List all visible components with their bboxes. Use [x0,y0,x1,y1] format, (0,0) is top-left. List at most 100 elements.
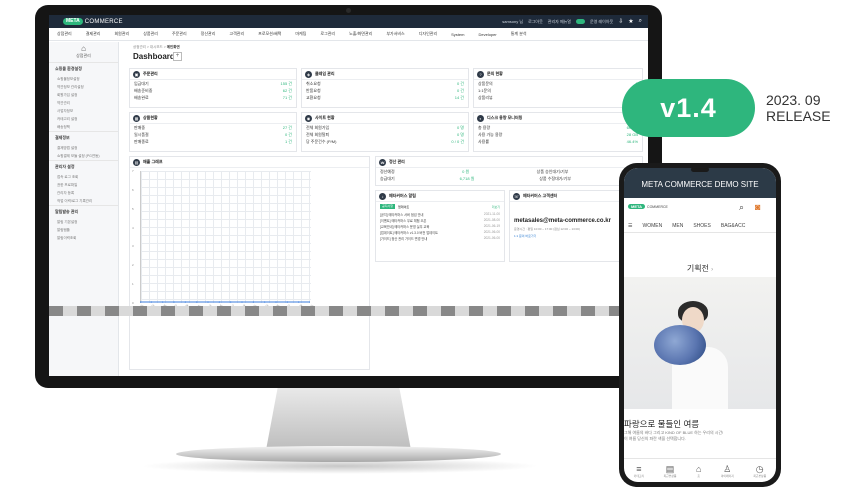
nav-item[interactable]: 마케팅 [295,31,306,37]
review-row[interactable]: 상품리뷰0 [474,94,642,101]
data-point[interactable] [263,301,266,303]
tab-mypage[interactable]: ♙ 마이페이지 [721,464,734,478]
category-item[interactable]: BAG&ACC [721,223,745,229]
sidebar-item[interactable]: 작업 이력/로그 기록관리 [49,197,118,205]
sidebar-item[interactable]: 권한 프로파일 [49,181,118,189]
data-point[interactable] [252,301,255,303]
nav-item[interactable]: 주문관리 [172,31,187,37]
claim-row[interactable]: 반품요청 0 건 [302,87,468,94]
data-point[interactable] [229,301,232,303]
product-row[interactable]: 일시품절 0 건 [130,131,296,138]
data-point[interactable] [241,301,243,303]
order-row[interactable]: 배송완료 71 건 [130,94,296,101]
nav-item[interactable]: 프로모션/혜택 [258,31,281,37]
tab-recent[interactable]: ▤ 최근본상품 [664,464,677,478]
sidebar-item[interactable]: 관리자 등록 [49,189,118,197]
claim-row[interactable]: 교환요청 14 건 [302,94,468,101]
disk-row[interactable]: 사용 가능 용량 28 GB [474,131,642,138]
star-icon[interactable]: ★ [628,18,633,25]
top-link-user[interactable]: samsony 님 [502,19,523,25]
data-point[interactable] [184,301,187,303]
sidebar-group[interactable]: 관리자 설정 [49,160,118,173]
data-point[interactable] [195,301,198,303]
banner-caption[interactable]: 파랑으로 물들인 여름 [624,418,699,430]
data-point[interactable] [286,301,289,303]
more-link[interactable]: 더보기 [492,205,500,209]
disk-row[interactable]: 총 용량60 GB [474,124,642,131]
tab-history[interactable]: ◷ 최근본상품 [753,464,766,478]
data-point[interactable] [173,301,175,303]
review-row[interactable]: 1:1문의0 [474,87,642,94]
data-point[interactable] [218,301,221,303]
tab-category[interactable]: ≡ 카테고리 [634,464,644,478]
data-point[interactable] [207,301,209,303]
data-point[interactable] [309,301,310,303]
data-point[interactable] [140,301,141,303]
data-point[interactable] [150,301,153,303]
nav-item[interactable]: 통계 분석 [511,31,527,37]
sidebar-item[interactable]: 카테고리 설정 [49,115,118,123]
top-link-logout[interactable]: 로그아웃 [528,19,543,25]
nav-item[interactable]: 디자인관리 [419,31,437,37]
sidebar-item[interactable]: 약관정보 관리설정 [49,83,118,91]
sidebar-item[interactable]: 접속 로그 조회 [49,173,118,181]
nav-item[interactable]: 상점관리 [57,31,72,37]
sidebar-item[interactable]: 배송정책 [49,123,118,131]
category-item[interactable]: WOMEN [642,223,662,229]
top-link-manual[interactable]: 관리자 메뉴얼 [548,19,571,25]
menu-icon[interactable]: ☰ [628,223,632,229]
sidebar-item[interactable]: 쇼핑몰정보설정 [49,75,118,83]
breadcrumb-item[interactable]: 상점관리 [133,45,146,49]
data-point[interactable] [297,301,300,303]
layout-toggle[interactable] [576,19,585,24]
sidebar-group[interactable]: 쇼핑몰 환경설정 [49,62,118,75]
banner-image[interactable] [624,277,776,409]
chevron-right-icon[interactable]: › [711,267,713,273]
nav-item[interactable]: 부가서비스 [386,31,404,37]
tab-home[interactable]: ⌂ 홈 [696,464,701,478]
mobile-logo[interactable]: META COMMERCE [628,204,668,209]
admin-logo[interactable]: META COMMERCE [63,17,123,26]
settle-row[interactable]: 승급대기 6,718 원 상품 수정대기/기부 0 [376,175,642,182]
nav-item[interactable]: 상품관리 [143,31,158,37]
sidebar-item[interactable]: 약관관리 [49,99,118,107]
nav-item[interactable]: 노출/화면관리 [349,31,372,37]
bag-icon[interactable]: ◙ [755,202,760,212]
site-row[interactable]: 전체 회원탈퇴 0 명 [302,131,468,138]
data-point[interactable] [161,301,164,303]
site-row[interactable]: 당 주문건수 (P/M) 0 / 0 건 [302,138,468,145]
sidebar-item[interactable]: 알림 기본설정 [49,218,118,226]
sidebar-group[interactable]: 결제정보 [49,131,118,144]
category-item[interactable]: SHOES [693,223,711,229]
top-link-layout[interactable]: 운영 레이아웃 [590,19,613,25]
notice-item[interactable]: [가이드] 정산 관리 가이드 변경 안내 2021-06-00 [376,235,504,241]
nav-item[interactable]: 로그관리 [320,31,335,37]
search-icon[interactable]: ⌕ [639,18,642,25]
review-row[interactable]: 상품문의0 [474,80,642,87]
sidebar-item[interactable]: 사업자정보 [49,107,118,115]
order-row[interactable]: 입금대기 155 건 [130,80,296,87]
claim-row[interactable]: 취소요청 0 건 [302,80,468,87]
product-row[interactable]: 판매종료 1 건 [130,138,296,145]
sidebar-item[interactable]: 쇼핑결제 모듈 설정 (PG연동) [49,152,118,160]
download-icon[interactable]: ⇩ [618,18,623,25]
settle-row[interactable]: 정산예정 0 원 상품 승인대기/기부 0 [376,168,642,175]
nav-item[interactable]: 회원관리 [114,31,129,37]
nav-item[interactable]: System [451,32,464,37]
site-row[interactable]: 전체 회원가입 0 명 [302,124,468,131]
order-row[interactable]: 배송준비중 62 건 [130,87,296,94]
search-icon[interactable]: ⌕ [739,202,744,213]
category-item[interactable]: MEN [672,223,683,229]
sidebar-item[interactable]: 결제방법 설정 [49,144,118,152]
data-point[interactable] [275,301,277,303]
product-row[interactable]: 판매중 27 건 [130,124,296,131]
nav-item[interactable]: Developer [478,32,496,37]
sidebar-item[interactable]: 알림이력조회 [49,234,118,242]
nav-item[interactable]: 고객관리 [229,31,244,37]
nav-item[interactable]: 결제관리 [86,31,101,37]
add-widget-button[interactable]: + [173,52,182,61]
breadcrumb-item[interactable]: 대시보드 [150,45,163,49]
nav-item[interactable]: 정산관리 [201,31,216,37]
tab-update[interactable]: 업데이트 [398,205,409,209]
sidebar-item[interactable]: 회원가입 설정 [49,91,118,99]
